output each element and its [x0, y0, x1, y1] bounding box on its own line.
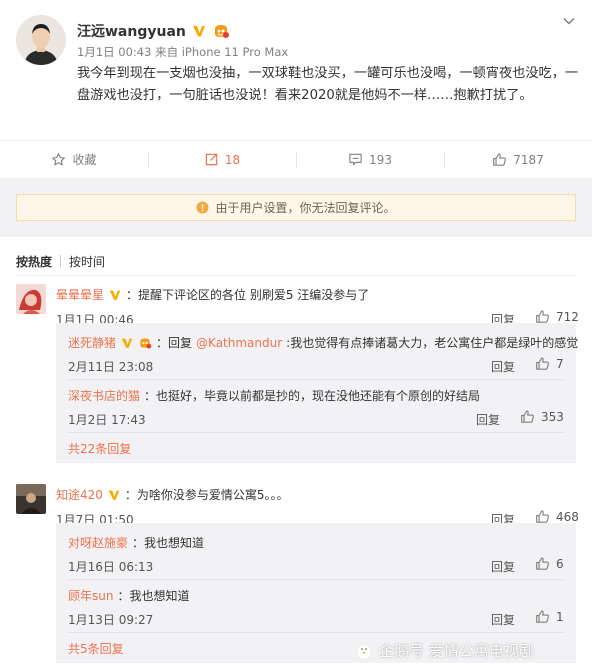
reply-like-button[interactable]: 353	[520, 409, 564, 424]
sort-divider	[60, 255, 62, 267]
comment-text: ：为啥你没参与爱情公寓5。。。	[124, 488, 289, 502]
like-button[interactable]: 7187	[444, 141, 592, 178]
reply-header: 迷死静猪 ：回复 @Kathmandur :我也觉得有点捧诸葛大力，老公寓住户都是绿…	[68, 334, 578, 351]
reply-like-button[interactable]: 7	[535, 356, 564, 371]
comment-username[interactable]: 知途420	[56, 486, 103, 503]
reply-button[interactable]: 回复	[491, 611, 515, 628]
repost-button[interactable]: 18	[148, 141, 296, 178]
vip-badge-icon	[214, 25, 229, 38]
reply-divider	[68, 579, 564, 580]
comment-like-count: 712	[556, 309, 579, 324]
repost-icon	[205, 153, 218, 166]
reply-username[interactable]: 对呀赵施豪	[68, 534, 128, 551]
comment-section: 由于用户设置，你无法回复评论。 按热度 按时间 晕晕晕星 ：提醒下评论区的各位 …	[0, 178, 592, 670]
post-action-bar: 收藏 18 193 7187	[0, 140, 592, 178]
reply-header: 对呀赵施豪 ：我也想知道	[68, 534, 204, 551]
more-replies-link[interactable]: 共22条回复	[68, 440, 131, 457]
reply-like-count: 6	[556, 556, 564, 571]
comment-header: 晕晕晕星 ：提醒下评论区的各位 别刷爱5 汪编没参与了	[56, 286, 369, 303]
reply-text: ：我也想知道	[132, 536, 205, 550]
chevron-down-icon[interactable]	[562, 14, 576, 28]
thumbs-up-icon	[536, 510, 549, 523]
star-icon	[52, 153, 66, 166]
reply-like-count: 353	[541, 409, 564, 424]
penguin-logo-icon	[358, 644, 370, 659]
thumbs-up-icon	[536, 610, 549, 623]
more-replies-link[interactable]: 共5条回复	[68, 640, 124, 657]
comment-text: ：提醒下评论区的各位 别刷爱5 汪编没参与了	[126, 288, 370, 302]
favorite-label: 收藏	[72, 153, 97, 167]
comment-button[interactable]: 193	[296, 141, 444, 178]
reply-button[interactable]: 回复	[476, 411, 500, 428]
notice-text: 由于用户设置，你无法回复评论。	[215, 201, 396, 215]
reply-divider	[68, 632, 564, 633]
reply-like-count: 1	[556, 609, 564, 624]
reply-header: 深夜书店的猫 ：也挺好，毕竟以前都是抄的，现在没他还能有个原创的好结局	[68, 387, 480, 404]
watermark-text: 企鹅号 爱情公寓电视剧	[379, 642, 534, 660]
sort-by-hot-tab[interactable]: 按热度	[16, 253, 52, 270]
verified-v-icon	[109, 290, 121, 300]
warning-icon	[196, 201, 209, 214]
post-meta: 1月1日 00:43 来自 iPhone 11 Pro Max	[77, 45, 289, 59]
verified-v-icon	[192, 26, 205, 37]
reply-text: ：我也想知道	[117, 589, 190, 603]
reply-time: 1月16日 06:13	[68, 560, 154, 574]
reply-like-count: 7	[556, 356, 564, 371]
reply-time: 1月2日 17:43	[68, 413, 146, 427]
author-name[interactable]: 汪远wangyuan	[77, 21, 186, 41]
thumbs-up-icon	[536, 557, 549, 570]
comment-count: 193	[369, 152, 392, 167]
reply-like-button[interactable]: 1	[535, 609, 564, 624]
reply-like-button[interactable]: 6	[535, 556, 564, 571]
reply-username[interactable]: 迷死静猪	[68, 334, 116, 351]
thumbs-up-icon	[493, 153, 507, 166]
sort-divider-line	[16, 275, 576, 276]
reply-button[interactable]: 回复	[491, 558, 515, 575]
comment-like-button[interactable]: 712	[535, 309, 579, 324]
weibo-post: 汪远wangyuan 1月1日 00:43 来自 iPhone 11 Pro M…	[0, 0, 592, 168]
reply-divider	[68, 379, 564, 380]
repost-count: 18	[224, 152, 241, 167]
reply-divider	[68, 432, 564, 433]
comment-like-count: 468	[556, 509, 579, 524]
reply-time: 1月13日 09:27	[68, 613, 154, 627]
comment-list: 按热度 按时间 晕晕晕星 ：提醒下评论区的各位 别刷爱5 汪编没参与了 1月1日…	[0, 237, 592, 670]
reply-time: 2月11日 23:08	[68, 360, 154, 374]
author-avatar[interactable]	[16, 15, 66, 65]
vip-badge-icon	[140, 337, 152, 348]
comment-restriction-notice: 由于用户设置，你无法回复评论。	[16, 194, 576, 221]
comment-username[interactable]: 晕晕晕星	[56, 286, 104, 303]
reply-button[interactable]: 回复	[491, 358, 515, 375]
commenter-avatar[interactable]	[16, 484, 46, 514]
verified-v-icon	[108, 490, 120, 500]
thumbs-up-icon	[521, 410, 534, 423]
verified-v-icon	[121, 338, 133, 348]
reply-username[interactable]: 深夜书店的猫	[68, 387, 140, 404]
commenter-avatar[interactable]	[16, 284, 46, 314]
favorite-button[interactable]: 收藏	[0, 141, 148, 178]
thumbs-up-icon	[536, 357, 549, 370]
sort-by-time-tab[interactable]: 按时间	[69, 253, 105, 270]
reply-text: :我也觉得有点捧诸葛大力，老公寓住户都是绿叶的感觉	[286, 336, 579, 350]
comment-icon	[349, 153, 362, 166]
reply-box: 迷死静猪 ：回复 @Kathmandur :我也觉得有点捧诸葛大力，老公寓住户都是绿…	[56, 323, 578, 463]
sort-tabs: 按热度 按时间	[16, 253, 105, 270]
reply-mention[interactable]: @Kathmandur	[196, 336, 282, 350]
thumbs-up-icon	[536, 310, 549, 323]
watermark: 企鹅号 爱情公寓电视剧	[355, 640, 534, 661]
comment-header: 知途420 ：为啥你没参与爱情公寓5。。。	[56, 486, 289, 503]
like-count: 7187	[513, 152, 544, 167]
author-name-row: 汪远wangyuan	[77, 21, 230, 41]
reply-header: 顾年sun ：我也想知道	[68, 587, 189, 604]
reply-text: ：也挺好，毕竟以前都是抄的，现在没他还能有个原创的好结局	[144, 389, 481, 403]
reply-username[interactable]: 顾年sun	[68, 587, 113, 604]
comment-like-button[interactable]: 468	[535, 509, 579, 524]
post-text: 我今年到现在一支烟也没抽，一双球鞋也没买，一罐可乐也没喝，一顿宵夜也没吃，一盘游…	[77, 66, 579, 103]
reply-prefix: ：回复	[156, 336, 193, 350]
